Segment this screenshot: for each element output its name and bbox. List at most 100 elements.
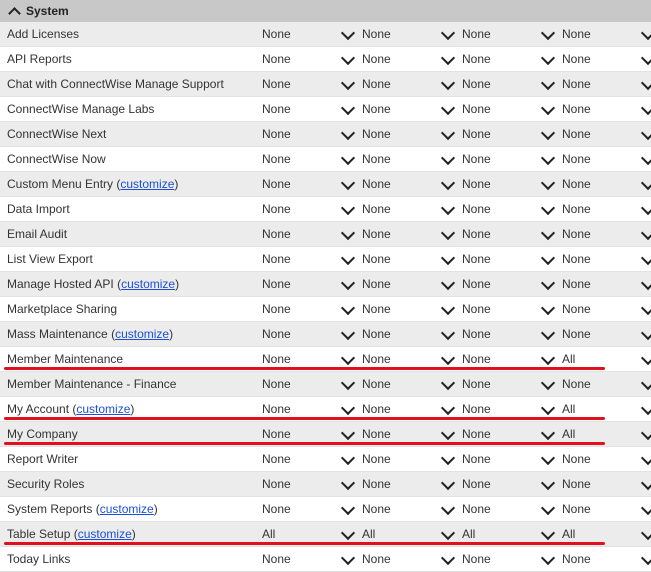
- permission-level-dropdown[interactable]: None: [262, 72, 360, 97]
- chevron-down-icon[interactable]: [340, 400, 356, 416]
- chevron-down-icon[interactable]: [540, 350, 556, 366]
- permission-level-dropdown[interactable]: None: [262, 547, 360, 572]
- chevron-down-icon[interactable]: [440, 350, 456, 366]
- chevron-down-icon[interactable]: [640, 275, 651, 291]
- section-header-system[interactable]: System: [0, 0, 651, 22]
- permission-level-dropdown[interactable]: None: [562, 147, 651, 172]
- chevron-down-icon[interactable]: [340, 225, 356, 241]
- permission-level-dropdown[interactable]: None: [562, 447, 651, 472]
- chevron-down-icon[interactable]: [540, 75, 556, 91]
- permission-level-dropdown[interactable]: None: [462, 22, 560, 47]
- permission-level-dropdown[interactable]: None: [462, 247, 560, 272]
- chevron-down-icon[interactable]: [540, 50, 556, 66]
- chevron-down-icon[interactable]: [340, 500, 356, 516]
- chevron-down-icon[interactable]: [540, 450, 556, 466]
- permission-level-dropdown[interactable]: None: [562, 322, 651, 347]
- chevron-down-icon[interactable]: [340, 75, 356, 91]
- chevron-down-icon[interactable]: [440, 50, 456, 66]
- chevron-down-icon[interactable]: [540, 425, 556, 441]
- chevron-down-icon[interactable]: [440, 250, 456, 266]
- chevron-down-icon[interactable]: [440, 425, 456, 441]
- chevron-down-icon[interactable]: [640, 400, 651, 416]
- permission-level-dropdown[interactable]: None: [362, 322, 460, 347]
- chevron-down-icon[interactable]: [540, 475, 556, 491]
- chevron-down-icon[interactable]: [440, 375, 456, 391]
- permission-level-dropdown[interactable]: None: [462, 297, 560, 322]
- permission-level-dropdown[interactable]: None: [262, 197, 360, 222]
- permission-level-dropdown[interactable]: None: [262, 122, 360, 147]
- customize-link[interactable]: customize: [76, 402, 130, 416]
- permission-level-dropdown[interactable]: None: [262, 47, 360, 72]
- permission-level-dropdown[interactable]: None: [262, 322, 360, 347]
- permission-level-dropdown[interactable]: None: [562, 47, 651, 72]
- chevron-down-icon[interactable]: [340, 25, 356, 41]
- permission-level-dropdown[interactable]: None: [562, 122, 651, 147]
- permission-level-dropdown[interactable]: None: [362, 372, 460, 397]
- chevron-down-icon[interactable]: [540, 150, 556, 166]
- chevron-down-icon[interactable]: [540, 300, 556, 316]
- chevron-down-icon[interactable]: [340, 350, 356, 366]
- chevron-down-icon[interactable]: [640, 500, 651, 516]
- permission-level-dropdown[interactable]: None: [362, 97, 460, 122]
- customize-link[interactable]: customize: [78, 527, 132, 541]
- chevron-down-icon[interactable]: [440, 500, 456, 516]
- chevron-down-icon[interactable]: [640, 250, 651, 266]
- chevron-down-icon[interactable]: [340, 550, 356, 566]
- permission-level-dropdown[interactable]: None: [262, 172, 360, 197]
- permission-level-dropdown[interactable]: None: [262, 447, 360, 472]
- permission-level-dropdown[interactable]: None: [362, 72, 460, 97]
- permission-level-dropdown[interactable]: None: [562, 372, 651, 397]
- chevron-down-icon[interactable]: [340, 50, 356, 66]
- chevron-down-icon[interactable]: [440, 225, 456, 241]
- chevron-down-icon[interactable]: [640, 175, 651, 191]
- permission-level-dropdown[interactable]: None: [462, 72, 560, 97]
- chevron-down-icon[interactable]: [540, 550, 556, 566]
- permission-level-dropdown[interactable]: None: [462, 497, 560, 522]
- chevron-down-icon[interactable]: [440, 525, 456, 541]
- permission-level-dropdown[interactable]: None: [462, 372, 560, 397]
- permission-level-dropdown[interactable]: None: [562, 547, 651, 572]
- chevron-down-icon[interactable]: [640, 50, 651, 66]
- permission-level-dropdown[interactable]: None: [462, 547, 560, 572]
- permission-level-dropdown[interactable]: None: [362, 447, 460, 472]
- chevron-down-icon[interactable]: [440, 200, 456, 216]
- chevron-down-icon[interactable]: [440, 325, 456, 341]
- permission-level-dropdown[interactable]: None: [562, 172, 651, 197]
- permission-level-dropdown[interactable]: None: [262, 22, 360, 47]
- permission-level-dropdown[interactable]: None: [362, 172, 460, 197]
- chevron-down-icon[interactable]: [640, 425, 651, 441]
- chevron-down-icon[interactable]: [440, 300, 456, 316]
- chevron-down-icon[interactable]: [340, 375, 356, 391]
- permission-level-dropdown[interactable]: None: [362, 297, 460, 322]
- permission-level-dropdown[interactable]: None: [462, 472, 560, 497]
- permission-level-dropdown[interactable]: None: [362, 147, 460, 172]
- chevron-down-icon[interactable]: [440, 475, 456, 491]
- permission-level-dropdown[interactable]: None: [362, 272, 460, 297]
- chevron-down-icon[interactable]: [440, 400, 456, 416]
- chevron-down-icon[interactable]: [640, 25, 651, 41]
- chevron-down-icon[interactable]: [540, 325, 556, 341]
- customize-link[interactable]: customize: [115, 327, 169, 341]
- chevron-down-icon[interactable]: [340, 100, 356, 116]
- permission-level-dropdown[interactable]: None: [562, 272, 651, 297]
- chevron-down-icon[interactable]: [440, 125, 456, 141]
- chevron-down-icon[interactable]: [440, 550, 456, 566]
- chevron-down-icon[interactable]: [540, 25, 556, 41]
- permission-level-dropdown[interactable]: None: [262, 147, 360, 172]
- permission-level-dropdown[interactable]: None: [262, 372, 360, 397]
- chevron-down-icon[interactable]: [540, 400, 556, 416]
- customize-link[interactable]: customize: [120, 177, 174, 191]
- permission-level-dropdown[interactable]: None: [262, 472, 360, 497]
- chevron-down-icon[interactable]: [640, 200, 651, 216]
- permission-level-dropdown[interactable]: None: [462, 322, 560, 347]
- chevron-down-icon[interactable]: [440, 25, 456, 41]
- chevron-down-icon[interactable]: [340, 425, 356, 441]
- permission-level-dropdown[interactable]: None: [362, 47, 460, 72]
- chevron-down-icon[interactable]: [340, 275, 356, 291]
- chevron-down-icon[interactable]: [340, 475, 356, 491]
- permission-level-dropdown[interactable]: None: [462, 147, 560, 172]
- chevron-down-icon[interactable]: [540, 275, 556, 291]
- chevron-down-icon[interactable]: [440, 450, 456, 466]
- permission-level-dropdown[interactable]: None: [562, 222, 651, 247]
- permission-level-dropdown[interactable]: None: [562, 97, 651, 122]
